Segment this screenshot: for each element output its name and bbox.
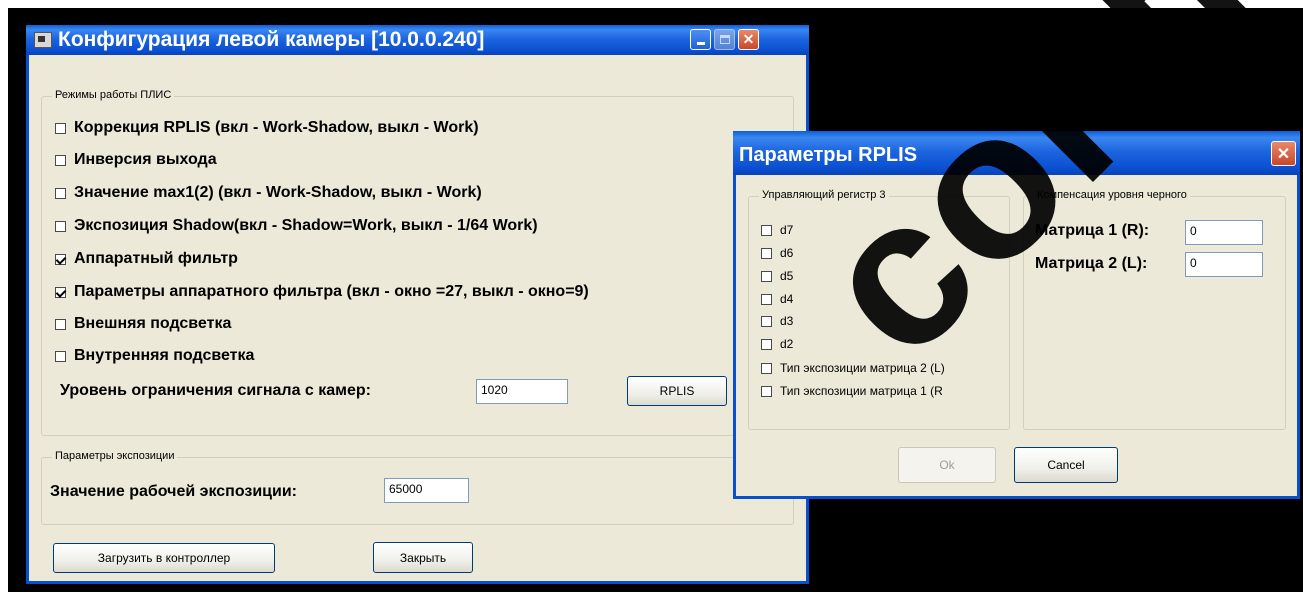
checkbox-box[interactable] [55, 253, 66, 265]
fpga-option-checkbox[interactable]: Внешняя подсветка [55, 315, 231, 333]
checkbox-label: Внутренняя подсветка [74, 347, 255, 364]
app-icon [34, 32, 52, 48]
window-title: Конфигурация левой камеры [10.0.0.240] [58, 28, 485, 51]
checkbox-label: d4 [780, 292, 794, 306]
register-bit-checkbox[interactable]: d3 [761, 314, 793, 328]
maximize-icon [719, 35, 730, 44]
register-bit-checkbox[interactable]: Тип экспозиции матрица 2 (L) [761, 361, 945, 375]
limit-input[interactable]: 1020 [476, 379, 568, 404]
checkbox-box[interactable] [55, 220, 66, 232]
checkbox-box[interactable] [55, 350, 66, 362]
checkbox-label: Значение max1(2) (вкл - Work-Shadow, вык… [74, 184, 482, 201]
checkbox-label: Коррекция RPLIS (вкл - Work-Shadow, выкл… [74, 119, 479, 136]
checkbox-label: Инверсия выхода [74, 151, 217, 168]
checkbox-label: d6 [780, 246, 794, 260]
exposure-input[interactable]: 65000 [384, 478, 469, 503]
checkbox-label: Внешняя подсветка [74, 315, 232, 332]
register-bit-checkbox[interactable]: d2 [761, 337, 793, 351]
checkbox-box[interactable] [761, 338, 772, 350]
dialog-title: Параметры RPLIS [739, 143, 918, 166]
minimize-icon [696, 42, 705, 45]
checkbox-label: d3 [780, 314, 794, 328]
register-bit-checkbox[interactable]: d7 [761, 223, 793, 237]
register-bit-checkbox[interactable]: d6 [761, 246, 793, 260]
close-button[interactable]: ✕ [738, 29, 759, 50]
fpga-option-checkbox[interactable]: Коррекция RPLIS (вкл - Work-Shadow, выкл… [55, 119, 479, 137]
checkbox-box[interactable] [55, 187, 66, 199]
checkbox-label: d2 [780, 337, 794, 351]
dialog-close-button[interactable]: ✕ [1271, 141, 1296, 166]
group-legend: Управляющий регистр 3 [759, 189, 889, 201]
limit-label: Уровень ограничения сигнала с камер: [60, 382, 371, 399]
ok-button-label: Ok [939, 458, 955, 472]
cancel-button-label: Cancel [1047, 458, 1085, 472]
close-icon: ✕ [742, 31, 755, 47]
fpga-option-checkbox[interactable]: Инверсия выхода [55, 151, 217, 169]
checkbox-label: Тип экспозиции матрица 1 (R [780, 384, 943, 398]
rplis-button[interactable]: RPLIS [627, 376, 727, 406]
close-window-button[interactable]: Закрыть [373, 542, 473, 573]
matrix2-label: Матрица 2 (L): [1035, 255, 1148, 272]
ok-button[interactable]: Ok [898, 447, 996, 483]
register-bit-checkbox[interactable]: d4 [761, 292, 793, 306]
load-controller-label: Загрузить в контроллер [97, 551, 231, 565]
dialog-frame [1297, 131, 1300, 499]
checkbox-box[interactable] [761, 293, 772, 305]
rplis-dialog: Параметры RPLIS ✕ Управляющий регистр 3 … [733, 131, 1300, 499]
exposure-label: Значение рабочей экспозиции: [50, 483, 297, 500]
rplis-button-label: RPLIS [659, 384, 695, 398]
checkbox-box[interactable] [55, 154, 66, 166]
dialog-title-bar[interactable]: Параметры RPLIS ✕ [733, 131, 1300, 175]
window-frame [26, 25, 29, 584]
load-controller-button[interactable]: Загрузить в контроллер [53, 543, 275, 573]
checkbox-label: d5 [780, 269, 794, 283]
fpga-option-checkbox[interactable]: Значение max1(2) (вкл - Work-Shadow, вык… [55, 184, 482, 202]
fpga-option-checkbox[interactable]: Экспозиция Shadow(вкл - Shadow=Work, вык… [55, 217, 538, 235]
group-legend: Параметры экспозиции [52, 450, 178, 462]
fpga-option-checkbox[interactable]: Внутренняя подсветка [55, 347, 254, 365]
checkbox-label: Аппаратный фильтр [74, 250, 238, 267]
register-bit-checkbox[interactable]: d5 [761, 269, 793, 283]
checkbox-label: Параметры аппаратного фильтра (вкл - окн… [74, 283, 589, 300]
matrix2-input[interactable]: 0 [1185, 252, 1263, 277]
checkbox-label: d7 [780, 223, 794, 237]
register-bit-checkbox[interactable]: Тип экспозиции матрица 1 (R [761, 384, 943, 398]
window-frame [26, 581, 809, 584]
checkbox-box[interactable] [761, 385, 772, 397]
group-legend: Режимы работы ПЛИС [52, 89, 175, 101]
camera-config-window: Конфигурация левой камеры [10.0.0.240] ✕… [26, 25, 809, 584]
fpga-option-checkbox[interactable]: Аппаратный фильтр [55, 250, 238, 268]
maximize-button[interactable] [714, 29, 735, 50]
checkbox-box[interactable] [761, 270, 772, 282]
checkbox-label: Экспозиция Shadow(вкл - Shadow=Work, вык… [74, 217, 538, 234]
title-bar[interactable]: Конфигурация левой камеры [10.0.0.240] ✕ [26, 25, 809, 55]
close-icon: ✕ [1276, 145, 1291, 163]
checkbox-box[interactable] [761, 247, 772, 259]
close-window-label: Закрыть [399, 550, 447, 565]
checkbox-box[interactable] [761, 224, 772, 236]
dialog-frame [733, 496, 1300, 499]
checkbox-box[interactable] [55, 318, 66, 330]
fpga-option-checkbox[interactable]: Параметры аппаратного фильтра (вкл - окн… [55, 283, 589, 301]
minimize-button[interactable] [690, 29, 711, 50]
dialog-frame [733, 131, 736, 499]
checkbox-label: Тип экспозиции матрица 2 (L) [780, 361, 945, 375]
matrix1-input[interactable]: 0 [1185, 220, 1263, 245]
group-legend: Компенсация уровня черного [1034, 189, 1190, 201]
matrix1-label: Матрица 1 (R): [1035, 222, 1150, 239]
checkbox-box[interactable] [761, 362, 772, 374]
checkbox-box[interactable] [55, 286, 66, 298]
checkbox-box[interactable] [761, 315, 772, 327]
checkbox-box[interactable] [55, 122, 66, 134]
cancel-button[interactable]: Cancel [1014, 447, 1118, 483]
